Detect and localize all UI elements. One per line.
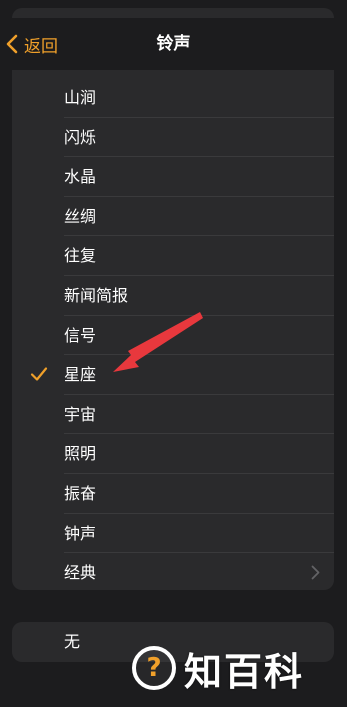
list-item-zhenfen[interactable]: 振奋 — [12, 474, 334, 514]
list-item-label: 经典 — [64, 563, 97, 583]
list-item-label: 闪烁 — [64, 127, 97, 147]
list-item-label: 水晶 — [64, 167, 97, 187]
none-option-label: 无 — [64, 632, 81, 651]
list-item-xingzuo[interactable]: 星座 — [12, 355, 334, 395]
watermark-text: 知百科 — [184, 649, 305, 694]
list-item-xinhao[interactable]: 信号 — [12, 316, 334, 356]
list-item-label: 照明 — [64, 444, 97, 464]
list-item-shanshuo[interactable]: 闪烁 — [12, 118, 334, 158]
list-item-label: 丝绸 — [64, 206, 97, 226]
list-item-label: 新闻简报 — [64, 286, 129, 305]
watermark-logo-icon: ? — [132, 646, 176, 690]
chevron-right-icon — [311, 565, 320, 580]
list-item-jingdian[interactable]: 经典 — [12, 553, 334, 590]
ringtone-list: 山涧 闪烁 水晶 丝绸 往复 新闻简报 信号 星座 宇宙 照明 振奋 钟声 经典 — [12, 70, 334, 590]
list-item-shuijing[interactable]: 水晶 — [12, 157, 334, 197]
list-item-label: 信号 — [64, 325, 97, 345]
list-item-xinwenjianbao[interactable]: 新闻简报 — [12, 276, 334, 316]
list-item-label: 山涧 — [64, 88, 97, 107]
list-item-label: 往复 — [64, 246, 97, 266]
checkmark-icon — [30, 367, 48, 381]
list-item-yuzhou[interactable]: 宇宙 — [12, 395, 334, 435]
list-item-wangfu[interactable]: 往复 — [12, 236, 334, 276]
list-item-zhaoming[interactable]: 照明 — [12, 434, 334, 474]
watermark: ? 知百科 — [132, 640, 332, 696]
sheet-edge — [12, 8, 334, 18]
list-item-shanjian[interactable]: 山涧 — [12, 78, 334, 118]
list-item-label: 星座 — [64, 365, 97, 385]
list-item-label: 宇宙 — [64, 404, 97, 424]
list-item-zhongsheng[interactable]: 钟声 — [12, 514, 334, 554]
list-item-label: 振奋 — [64, 484, 97, 503]
list-item-label: 钟声 — [64, 523, 97, 543]
list-item-sichou[interactable]: 丝绸 — [12, 197, 334, 237]
navigation-bar: 返回 铃声 — [0, 0, 347, 70]
page-title: 铃声 — [156, 34, 191, 54]
